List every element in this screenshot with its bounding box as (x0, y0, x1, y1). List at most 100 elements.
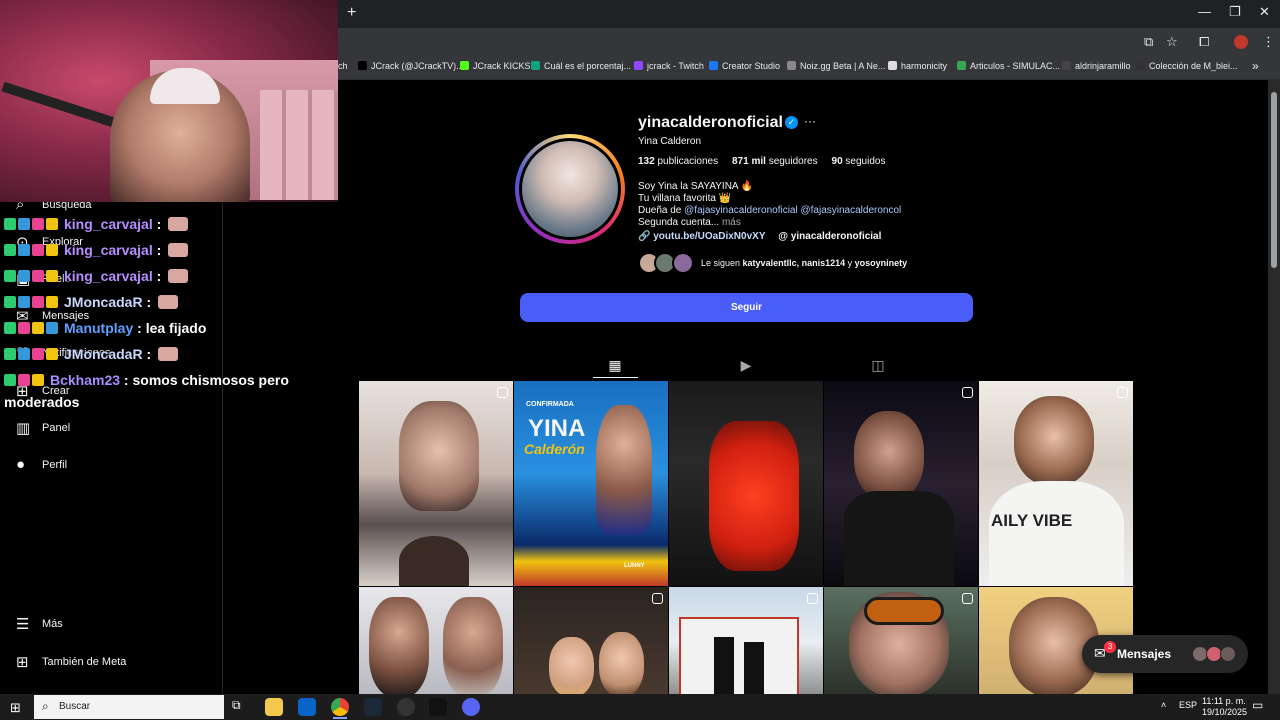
chat-username[interactable]: Bckham23 (50, 372, 120, 388)
chat-username[interactable]: JMoncadaR (64, 346, 143, 362)
avatar-icon[interactable]: ● (16, 456, 25, 473)
post-tile[interactable] (514, 587, 668, 697)
chat-username[interactable]: JMoncadaR (64, 294, 143, 310)
steam-icon[interactable] (364, 698, 382, 716)
chat-badge-icon (4, 270, 16, 282)
profile-avatar-icon[interactable] (1234, 35, 1248, 49)
bookmark-item[interactable]: Noiz.gg Beta | A Ne... (787, 61, 885, 71)
maximize-button[interactable]: ❐ (1229, 4, 1241, 20)
extensions-icon[interactable]: ⧠ (1199, 34, 1209, 50)
post-tile[interactable] (824, 587, 978, 697)
chat-badge-icon (46, 296, 58, 308)
bio-line-3: Dueña de @fajasyinacalderonoficial @faja… (638, 205, 902, 216)
bookmark-label: jcrack - Twitch (647, 61, 704, 71)
chat-badge-icon (18, 348, 30, 360)
chat-badge-icon (32, 374, 44, 386)
chat-badge-icon (4, 218, 16, 230)
nav-item-label[interactable]: Panel (42, 422, 70, 434)
bookmark-item[interactable]: Articulos - SIMULAC... (957, 61, 1060, 71)
post-tile[interactable]: CONFIRMADA YINA Calderón LUNNY (514, 381, 668, 586)
bio-line-1: Soy Yina la SAYAYINA 🔥 (638, 181, 754, 192)
close-button[interactable]: ✕ (1259, 4, 1270, 20)
nav-item-label[interactable]: También de Meta (42, 656, 126, 668)
follow-button[interactable]: Seguir (520, 293, 973, 322)
bookmark-label: Articulos - SIMULAC... (970, 61, 1061, 71)
chat-username[interactable]: king_carvajal (64, 216, 153, 232)
post-tile[interactable]: AILY VIBE (979, 381, 1133, 586)
task-view-icon[interactable]: ⧉ (232, 698, 250, 716)
chat-badge-icon (18, 270, 30, 282)
post-tile[interactable] (669, 587, 823, 697)
verified-badge-icon: ✓ (785, 116, 798, 129)
clock-time[interactable]: 11:11 p. m. (1202, 696, 1246, 706)
chat-wrap-line: moderados (4, 394, 80, 410)
profile-full-name: Yina Calderon (638, 136, 702, 147)
bookmark-item[interactable]: Cuál es el porcentaj... (531, 61, 631, 71)
bookmark-item[interactable]: JCrack (@JCrackTV)... (358, 61, 464, 71)
chrome-icon[interactable] (331, 698, 349, 716)
chart-icon[interactable]: ▥ (16, 419, 30, 437)
reel-icon (497, 387, 508, 398)
bio-line-4: Segunda cuenta... más (638, 217, 741, 228)
minimize-button[interactable]: — (1198, 4, 1211, 19)
menu-icon[interactable]: ☰ (16, 615, 29, 633)
bookmark-item[interactable]: harmonicity (888, 61, 947, 71)
scrollbar-thumb[interactable] (1271, 92, 1277, 268)
chat-username[interactable]: king_carvajal (64, 268, 153, 284)
external-link[interactable]: 🔗 youtu.be/UOaDixN0vXY (638, 231, 766, 242)
bookmark-item[interactable]: ch (338, 61, 348, 71)
tagged-tab-icon[interactable]: ◫ (870, 357, 886, 373)
post-tile[interactable] (669, 381, 823, 586)
taskbar-search-placeholder: Buscar (59, 701, 91, 712)
clock-date[interactable]: 19/10/2025 (1202, 707, 1247, 717)
obs-icon[interactable] (397, 698, 415, 716)
chat-separator: : (142, 294, 156, 310)
nav-item-label[interactable]: Perfil (42, 459, 67, 471)
nav-item-label[interactable]: Más (42, 618, 63, 630)
discord-icon[interactable] (462, 698, 480, 716)
followers-stat[interactable]: 871 mil seguidores (732, 156, 818, 167)
chat-badge-icon (4, 374, 16, 386)
tray-chevron-icon[interactable]: ˄ (1161, 700, 1166, 710)
taskbar-search[interactable]: ⌕ Buscar (34, 695, 224, 719)
meta-icon[interactable]: ⊞ (16, 653, 29, 671)
tiktok-icon[interactable] (429, 698, 447, 716)
notifications-icon[interactable]: ▭ (1252, 698, 1263, 712)
bookmarks-overflow-icon[interactable]: » (1252, 59, 1259, 73)
reel-icon (1117, 387, 1128, 398)
post-tile[interactable] (359, 381, 513, 586)
post-tile[interactable] (824, 381, 978, 586)
profile-options-button[interactable]: ··· (804, 114, 816, 128)
bio-mention-1[interactable]: @fajasyinacalderonoficial (684, 205, 798, 216)
windows-start-icon[interactable]: ⊞ (10, 700, 21, 716)
bio-mention-2[interactable]: @fajasyinacalderoncol (800, 205, 901, 216)
chat-badge-icon (32, 322, 44, 334)
install-app-icon[interactable]: ⧉ (1144, 34, 1153, 50)
browser-menu-icon[interactable]: ⋮ (1262, 34, 1275, 50)
reels-tab-icon[interactable]: ▶ (738, 357, 754, 373)
bookmark-item[interactable]: JCrack KICKS (460, 61, 531, 71)
chat-separator: : (152, 268, 166, 284)
profile-avatar[interactable] (515, 134, 625, 244)
following-stat[interactable]: 90 seguidos (832, 156, 886, 167)
new-tab-button[interactable]: + (347, 4, 356, 22)
bookmark-item[interactable]: aldrinjaramillo (1062, 61, 1131, 71)
bookmark-item[interactable]: jcrack - Twitch (634, 61, 704, 71)
chat-username[interactable]: king_carvajal (64, 242, 153, 258)
message-avatar (1220, 646, 1236, 662)
threads-link[interactable]: @ yinacalderonoficial (778, 231, 881, 242)
chat-badge-icon (32, 270, 44, 282)
file-explorer-icon[interactable] (265, 698, 283, 716)
language-indicator[interactable]: ESP (1179, 700, 1197, 710)
chat-username[interactable]: Manutplay (64, 320, 133, 336)
bookmark-item[interactable]: Creator Studio (709, 61, 780, 71)
profile-stats: 132 publicaciones 871 mil seguidores 90 … (638, 156, 885, 167)
post-tile[interactable] (359, 587, 513, 697)
bookmark-star-icon[interactable]: ☆ (1166, 34, 1178, 50)
bio-more-link[interactable]: más (722, 217, 741, 228)
messages-pill[interactable]: ✉ 3 Mensajes (1082, 635, 1248, 673)
bookmark-item[interactable]: Colección de M_blei... (1136, 61, 1238, 71)
outlook-icon[interactable] (298, 698, 316, 716)
grid-tab-icon[interactable]: ▦ (607, 357, 623, 373)
bookmark-favicon-icon (634, 61, 643, 70)
